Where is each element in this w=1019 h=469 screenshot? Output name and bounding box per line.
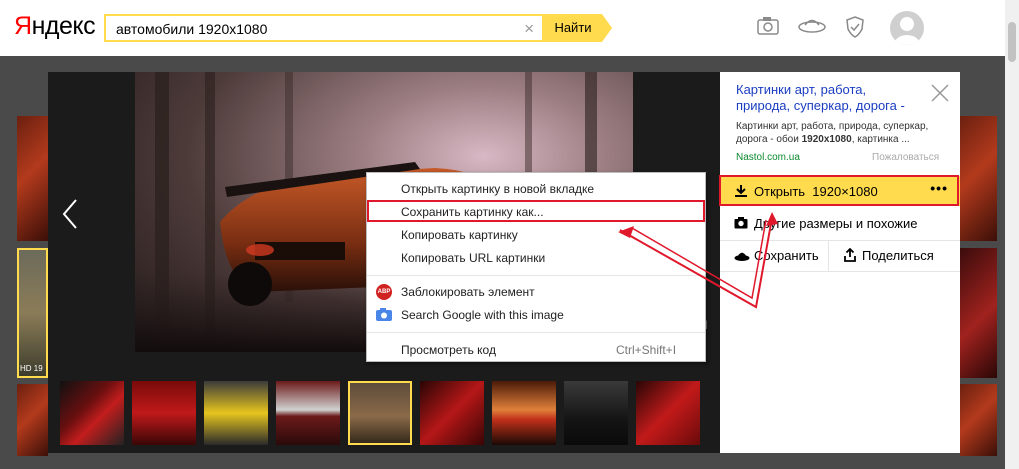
bg-thumbnail[interactable] (17, 116, 48, 241)
prev-image-arrow[interactable] (58, 196, 84, 232)
save-as-annotation-frame (367, 200, 705, 222)
ufo-icon[interactable] (797, 16, 827, 36)
scrollbar[interactable] (1005, 0, 1019, 469)
bg-thumbnail[interactable] (960, 384, 997, 456)
bg-thumbnail[interactable] (960, 248, 997, 378)
other-sizes-link[interactable]: Другие размеры и похожие (754, 216, 917, 231)
menu-item-copy-image[interactable]: Копировать картинку (401, 228, 518, 242)
camera-icon[interactable] (757, 16, 779, 36)
strip-thumbnail[interactable] (276, 381, 340, 445)
adblock-icon: ABP (376, 284, 392, 300)
shield-icon[interactable] (845, 16, 865, 38)
save-ufo-icon (734, 252, 750, 261)
share-icon (844, 248, 856, 262)
search-button-tip (602, 14, 612, 42)
menu-item-open-new-tab[interactable]: Открыть картинку в новой вкладке (401, 182, 594, 196)
strip-thumbnail[interactable] (204, 381, 268, 445)
camera-icon (734, 217, 748, 229)
bg-thumbnail[interactable] (17, 384, 48, 456)
menu-item-block-element[interactable]: Заблокировать элемент (401, 285, 535, 299)
thumb-label: HD 19 (20, 364, 43, 373)
close-icon[interactable] (929, 82, 951, 104)
bg-thumbnail[interactable] (960, 116, 997, 241)
clear-icon[interactable]: × (524, 19, 534, 39)
strip-thumbnail[interactable] (636, 381, 700, 445)
google-lens-camera-icon (376, 308, 392, 321)
search-input[interactable]: автомобили 1920x1080 (116, 21, 267, 37)
avatar[interactable] (890, 11, 924, 45)
menu-separator (367, 275, 705, 276)
source-site-link[interactable]: Nastol.com.ua (736, 152, 800, 163)
menu-item-copy-image-url[interactable]: Копировать URL картинки (401, 251, 545, 265)
save-button[interactable]: Сохранить (754, 241, 819, 271)
strip-thumbnail[interactable] (60, 381, 124, 445)
strip-thumbnail[interactable] (492, 381, 556, 445)
strip-thumbnail[interactable] (132, 381, 196, 445)
strip-thumbnail[interactable] (564, 381, 628, 445)
divider (828, 241, 829, 271)
search-button[interactable]: Найти (544, 14, 602, 42)
strip-thumbnail[interactable] (420, 381, 484, 445)
yandex-logo[interactable]: Яндекс (14, 12, 96, 41)
search-field[interactable]: автомобили 1920x1080 × (104, 14, 544, 42)
bg-thumbnail-selected[interactable] (17, 248, 48, 378)
inspect-shortcut: Ctrl+Shift+I (616, 343, 677, 357)
strip-thumbnail-selected[interactable] (348, 381, 412, 445)
divider (720, 271, 960, 272)
menu-separator (367, 332, 705, 333)
image-title-link[interactable]: Картинки арт, работа, природа, суперкар,… (736, 82, 916, 114)
scrollbar-thumb[interactable] (1008, 22, 1016, 62)
open-button-annotation-frame (719, 175, 959, 206)
menu-item-inspect[interactable]: Просмотреть код (401, 343, 496, 357)
share-button[interactable]: Поделиться (862, 241, 934, 271)
menu-item-search-google[interactable]: Search Google with this image (401, 308, 564, 322)
report-link[interactable]: Пожаловаться (872, 152, 939, 163)
image-description: Картинки арт, работа, природа, суперкар,… (736, 121, 929, 145)
